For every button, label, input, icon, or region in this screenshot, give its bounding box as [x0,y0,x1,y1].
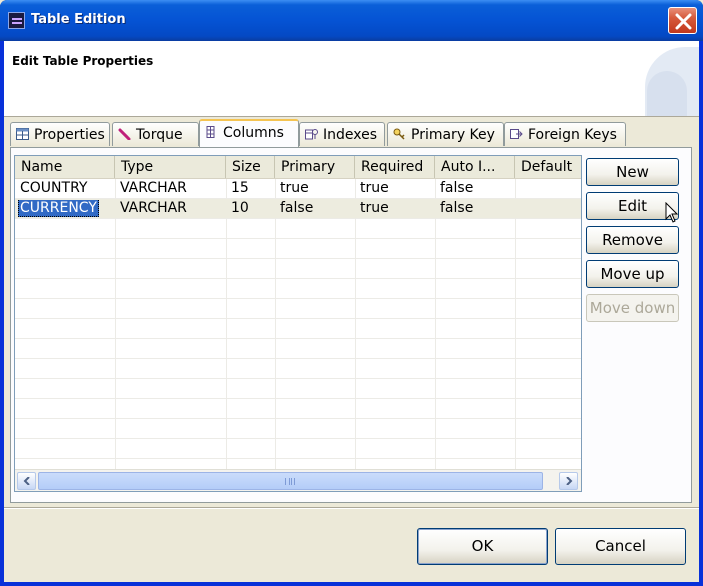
divider [4,507,699,509]
columns-icon [206,126,215,138]
empty-row [15,299,581,319]
tab-columns-label: Columns [223,125,284,141]
key-icon [393,128,405,140]
tab-indexes-label: Indexes [323,127,378,143]
move-up-button[interactable]: Move up [586,260,679,288]
header-banner: Edit Table Properties [4,41,699,117]
close-icon [675,13,692,30]
tab-torque[interactable]: Torque [112,122,199,146]
page-title: Edit Table Properties [12,54,154,68]
cell-size: 10 [231,200,249,216]
empty-row [15,339,581,359]
cell-name: COUNTRY [20,180,88,196]
table-row[interactable]: COUNTRY VARCHAR 15 true true false [15,179,581,199]
close-button[interactable] [668,7,697,34]
chevron-right-icon [565,476,572,486]
cell-type: VARCHAR [120,180,187,196]
app-icon [8,12,25,29]
cell-name: CURRENCY [15,200,115,219]
column-header-primary[interactable]: Primary [275,156,355,178]
move-down-button[interactable]: Move down [586,294,679,322]
column-header-name[interactable]: Name [15,156,115,178]
empty-row [15,219,581,239]
column-header-size[interactable]: Size [226,156,275,178]
cancel-button[interactable]: Cancel [555,528,686,565]
empty-row [15,439,581,459]
indexes-icon [305,129,318,140]
empty-row [15,319,581,339]
frame-bottom [0,582,703,586]
tab-properties[interactable]: Properties [10,122,110,146]
cell-default [515,200,581,219]
empty-row [15,359,581,379]
tab-indexes[interactable]: Indexes [299,122,385,146]
cell-auto-increment: false [440,200,474,216]
scroll-grip-icon [285,478,295,485]
tab-primary-key[interactable]: Primary Key [387,122,504,146]
horizontal-scrollbar[interactable] [15,469,581,491]
cell-type: VARCHAR [120,200,187,216]
remove-button[interactable]: Remove [586,226,679,254]
foreign-key-icon [510,129,523,139]
dialog-client-area: Edit Table Properties Properties Torque [4,41,699,582]
cell-default [515,180,581,199]
scroll-thumb[interactable] [38,472,543,490]
column-header-required[interactable]: Required [355,156,435,178]
table-row-selected[interactable]: CURRENCY VARCHAR 10 false true false [15,199,581,219]
scroll-left-button[interactable] [17,472,36,490]
table-grid-icon [16,128,29,140]
frame-right [699,41,703,586]
column-header-auto-increment[interactable]: Auto I... [435,156,515,178]
tab-foreign-keys-label: Foreign Keys [528,127,617,143]
tab-foreign-keys[interactable]: Foreign Keys [504,122,626,146]
cell-primary: true [280,180,309,196]
tab-bar: Properties Torque Columns Indexes Primar… [10,119,694,147]
torque-icon [118,128,131,140]
columns-table[interactable]: Name Type Size Primary Required Auto I..… [14,155,582,492]
title-bar[interactable]: Table Edition [0,0,703,41]
new-button[interactable]: New [586,158,679,186]
selected-cell-text: CURRENCY [18,200,99,217]
scroll-right-button[interactable] [559,472,578,490]
column-header-default[interactable]: Default [515,156,581,178]
banner-decoration-2 [647,71,687,116]
empty-row [15,239,581,259]
chevron-left-icon [23,476,30,486]
cell-required: true [360,180,389,196]
mouse-cursor-icon [665,202,679,223]
cell-primary: false [280,200,314,216]
cell-size: 15 [231,180,249,196]
empty-row [15,379,581,399]
dialog-window: Table Edition Edit Table Properties Prop… [0,0,703,586]
empty-row [15,399,581,419]
cell-auto-increment: false [440,180,474,196]
empty-row [15,259,581,279]
tab-primary-key-label: Primary Key [411,127,495,143]
ok-button[interactable]: OK [417,528,548,565]
tab-torque-label: Torque [136,127,183,143]
window-title: Table Edition [31,12,126,27]
column-header-type[interactable]: Type [115,156,226,178]
tab-columns[interactable]: Columns [199,119,299,147]
cell-required: true [360,200,389,216]
tab-properties-label: Properties [34,127,105,143]
table-body: COUNTRY VARCHAR 15 true true false CURRE… [15,179,581,491]
empty-row [15,419,581,439]
empty-row [15,279,581,299]
table-header: Name Type Size Primary Required Auto I..… [15,156,581,179]
